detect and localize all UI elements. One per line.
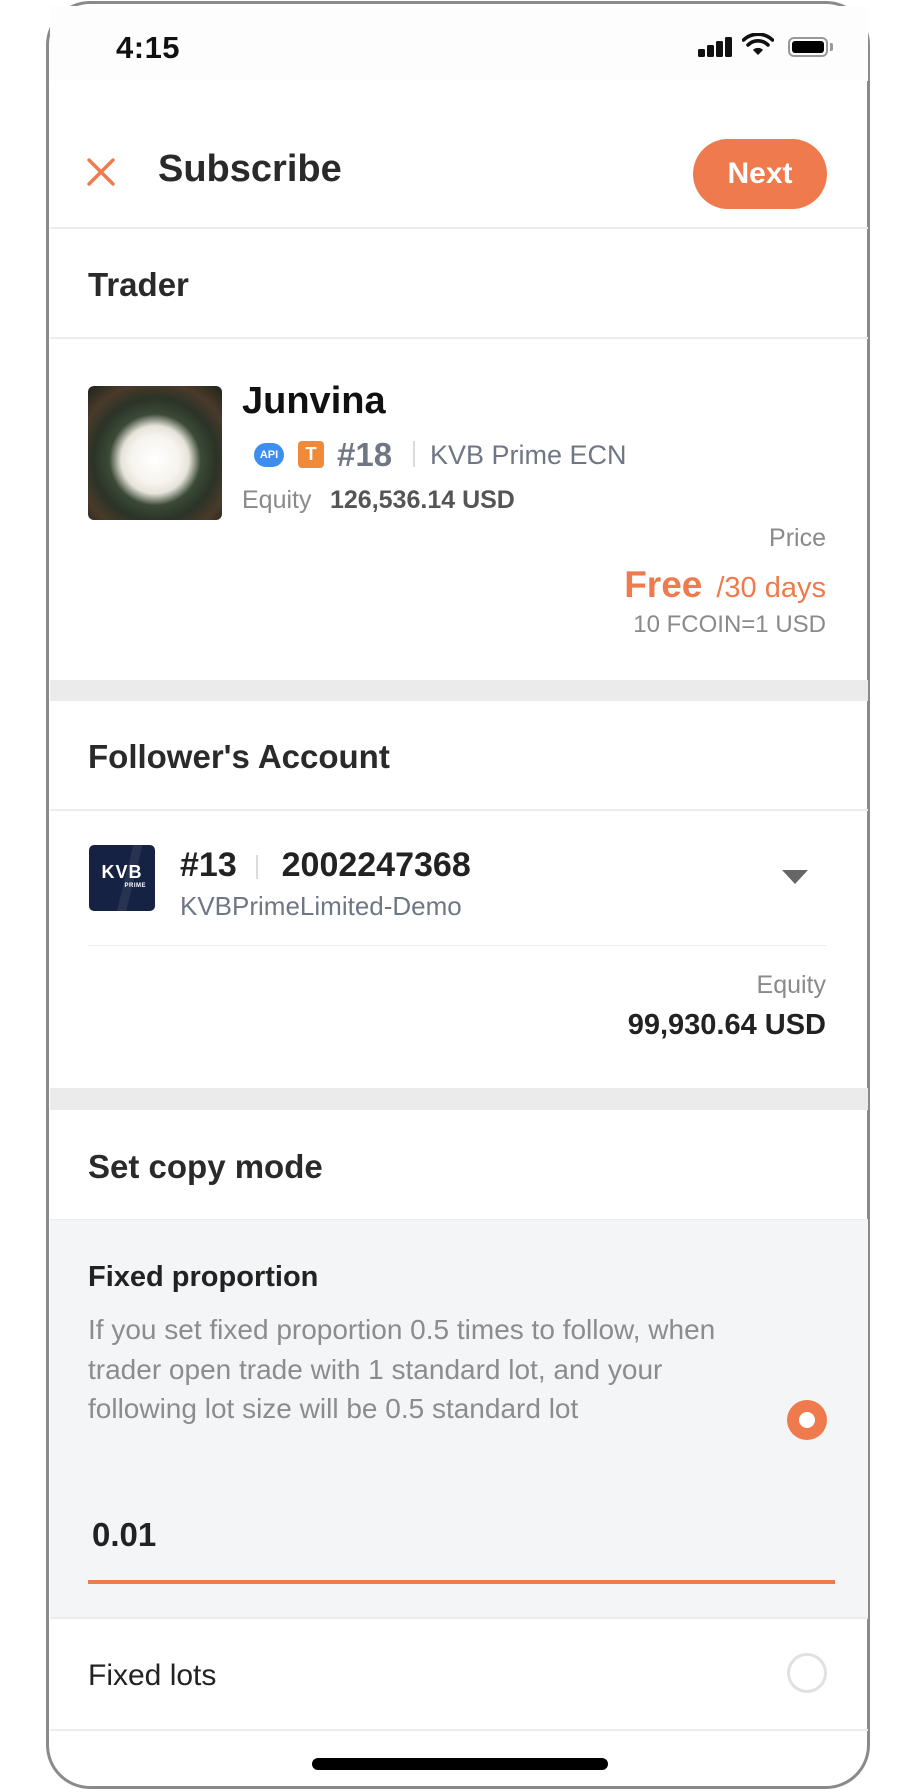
- battery-nub: [830, 43, 833, 51]
- input-underline: [88, 1580, 835, 1584]
- copy-mode-section-title: Set copy mode: [88, 1148, 323, 1185]
- option-divider: [50, 1729, 868, 1731]
- separator: [413, 441, 415, 467]
- broker-logo: KVB PRIME: [89, 845, 155, 911]
- price-value: Free: [624, 564, 703, 605]
- account-server: KVBPrimeLimited-Demo: [180, 891, 462, 921]
- api-badge-icon: API: [254, 443, 284, 467]
- trader-section-title: Trader: [88, 266, 189, 303]
- separator: [256, 855, 259, 880]
- price-value-line: Free/30 days: [624, 564, 826, 606]
- next-button[interactable]: Next: [693, 139, 827, 209]
- trader-name[interactable]: Junvina: [242, 380, 386, 423]
- broker-logo-subtext: PRIME: [124, 883, 146, 889]
- follower-equity-value: 99,930.64 USD: [627, 1009, 826, 1041]
- t-badge-icon: T: [298, 441, 324, 468]
- wifi-icon: [741, 32, 775, 62]
- follower-divider: [50, 809, 868, 811]
- account-divider: [88, 945, 826, 946]
- account-index: #13: [180, 846, 237, 884]
- radio-fixed-proportion[interactable]: [787, 1400, 827, 1440]
- broker-logo-text: KVB: [101, 862, 143, 882]
- header-divider: [50, 227, 868, 229]
- section-spacer: [50, 680, 868, 701]
- battery-icon: [788, 37, 828, 57]
- account-id: 2002247368: [281, 846, 471, 884]
- chevron-down-icon[interactable]: [782, 870, 808, 884]
- trader-avatar[interactable]: [88, 386, 222, 520]
- follower-equity-label: Equity: [756, 971, 826, 999]
- cellular-signal-icon: [698, 37, 734, 57]
- option-fixed-lots-label: Fixed lots: [88, 1659, 217, 1692]
- trader-equity-value: 126,536.14 USD: [330, 486, 515, 514]
- account-number[interactable]: #13 2002247368: [180, 846, 471, 885]
- section-spacer: [50, 1088, 868, 1110]
- proportion-input[interactable]: [88, 1516, 836, 1554]
- trader-divider: [50, 337, 868, 339]
- price-period: /30 days: [716, 572, 826, 604]
- option-fixed-proportion-description: If you set fixed proportion 0.5 times to…: [88, 1314, 716, 1424]
- page-title: Subscribe: [158, 148, 342, 190]
- fcoin-conversion: 10 FCOIN=1 USD: [633, 611, 826, 638]
- trader-rank: #18: [337, 436, 393, 473]
- trader-server: KVB Prime ECN: [430, 440, 627, 470]
- radio-fixed-lots[interactable]: [787, 1653, 827, 1693]
- close-icon[interactable]: [86, 157, 116, 187]
- status-time: 4:15: [116, 30, 181, 65]
- home-indicator[interactable]: [312, 1758, 608, 1770]
- option-fixed-proportion-label: Fixed proportion: [88, 1261, 319, 1293]
- price-label: Price: [769, 524, 826, 552]
- follower-section-title: Follower's Account: [88, 738, 390, 775]
- trader-equity-label: Equity: [242, 486, 312, 514]
